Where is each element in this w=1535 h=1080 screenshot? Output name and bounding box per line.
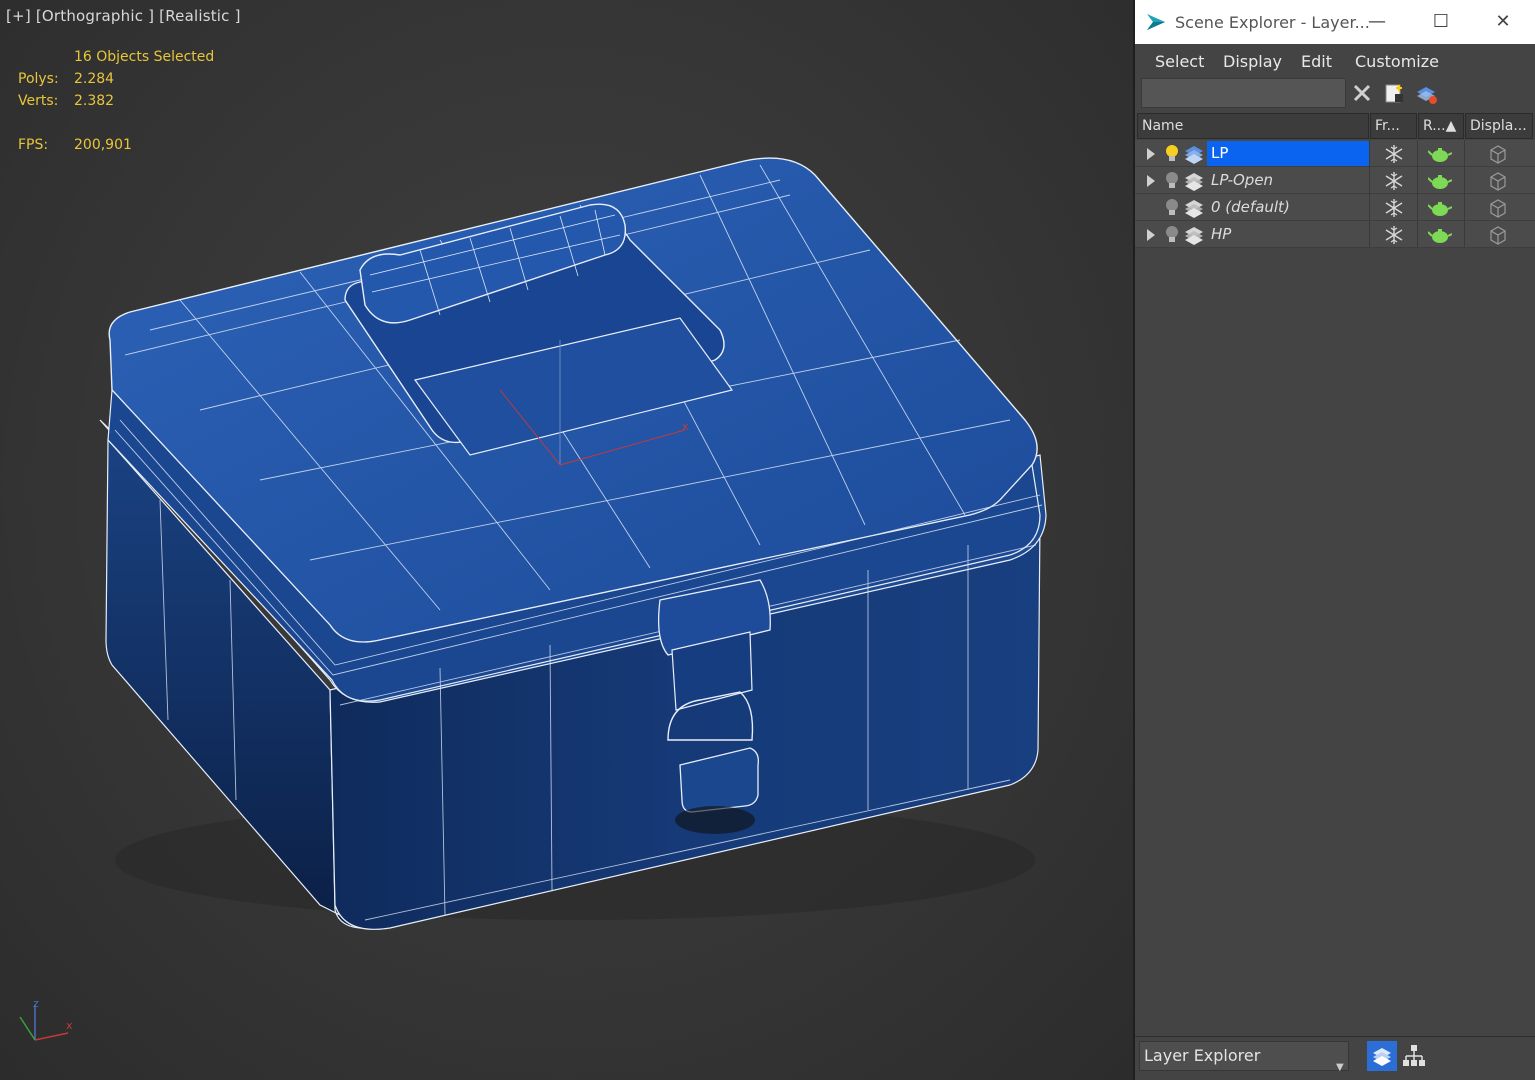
gizmo-x-label: x <box>682 420 689 433</box>
freeze-snowflake-icon[interactable] <box>1383 170 1405 192</box>
menu-bar: Select Display Edit Customize <box>1135 44 1535 76</box>
col-renderable[interactable]: R...▲ <box>1418 113 1464 139</box>
freeze-snowflake-icon[interactable] <box>1383 224 1405 246</box>
menu-select[interactable]: Select <box>1155 52 1204 71</box>
render-teapot-icon[interactable] <box>1428 199 1452 217</box>
layer-name[interactable]: 0 (default) <box>1207 195 1369 220</box>
col-display[interactable]: Displa... <box>1465 113 1533 139</box>
lightbulb-icon[interactable] <box>1165 171 1179 191</box>
expand-arrow-icon[interactable] <box>1147 229 1155 241</box>
col-name[interactable]: Name <box>1137 113 1369 139</box>
maximize-button[interactable]: ☐ <box>1423 8 1459 36</box>
clear-search-icon[interactable] <box>1349 80 1375 106</box>
layer-name[interactable]: LP <box>1207 141 1369 166</box>
axis-tripod: z x <box>19 997 73 1041</box>
display-box-icon[interactable] <box>1487 224 1509 246</box>
render-teapot-icon[interactable] <box>1428 172 1452 190</box>
layer-stack-icon <box>1185 173 1203 191</box>
layer-name[interactable]: LP-Open <box>1207 168 1369 193</box>
lightbulb-icon[interactable] <box>1165 198 1179 218</box>
axis-x-label: x <box>66 1019 73 1032</box>
scene-explorer-panel: Scene Explorer - Layer... — ☐ ✕ Select D… <box>1133 0 1535 1080</box>
column-header: Name Fr... R...▲ Displa... <box>1135 113 1535 139</box>
new-layer-icon[interactable] <box>1381 80 1407 106</box>
minimize-button[interactable]: — <box>1359 8 1395 36</box>
search-input[interactable] <box>1141 78 1346 108</box>
chevron-down-icon: ▼ <box>1336 1062 1344 1073</box>
expand-arrow-icon[interactable] <box>1147 148 1155 160</box>
add-to-layer-icon[interactable] <box>1413 80 1439 106</box>
object-hierarchy-icon[interactable] <box>1399 1041 1429 1071</box>
col-frozen[interactable]: Fr... <box>1370 113 1417 139</box>
axis-z-label: z <box>33 997 39 1010</box>
bottom-bar: Layer Explorer ▼ <box>1135 1036 1535 1080</box>
lightbulb-icon[interactable] <box>1165 144 1179 164</box>
layer-row[interactable]: LP-Open <box>1135 167 1535 194</box>
menu-edit[interactable]: Edit <box>1301 52 1332 71</box>
display-box-icon[interactable] <box>1487 197 1509 219</box>
explorer-type-dropdown[interactable]: Layer Explorer ▼ <box>1139 1041 1349 1073</box>
close-button[interactable]: ✕ <box>1485 8 1521 36</box>
render-teapot-icon[interactable] <box>1428 226 1452 244</box>
layer-stack-icon <box>1185 200 1203 218</box>
app-logo-icon <box>1147 14 1165 30</box>
layer-stack-icon <box>1185 146 1203 164</box>
menu-customize[interactable]: Customize <box>1355 52 1439 71</box>
layer-row[interactable]: LP <box>1135 140 1535 167</box>
display-box-icon[interactable] <box>1487 143 1509 165</box>
render-teapot-icon[interactable] <box>1428 145 1452 163</box>
title-bar[interactable]: Scene Explorer - Layer... — ☐ ✕ <box>1135 0 1535 44</box>
freeze-snowflake-icon[interactable] <box>1383 197 1405 219</box>
layer-hierarchy-toggle-icon[interactable] <box>1367 1041 1397 1071</box>
explorer-type-label: Layer Explorer <box>1144 1046 1261 1065</box>
menu-display[interactable]: Display <box>1223 52 1282 71</box>
lightbulb-icon[interactable] <box>1165 225 1179 245</box>
expand-arrow-icon[interactable] <box>1147 175 1155 187</box>
freeze-snowflake-icon[interactable] <box>1383 143 1405 165</box>
window-title: Scene Explorer - Layer... <box>1175 13 1370 32</box>
layer-name[interactable]: HP <box>1207 222 1369 247</box>
layer-row[interactable]: HP <box>1135 221 1535 248</box>
layer-row[interactable]: 0 (default) <box>1135 194 1535 221</box>
display-box-icon[interactable] <box>1487 170 1509 192</box>
cashbox-model[interactable]: x <box>0 0 1133 1080</box>
layer-stack-icon <box>1185 227 1203 245</box>
viewport-orthographic[interactable]: [+] [Orthographic ] [Realistic ] 16 Obje… <box>0 0 1133 1080</box>
